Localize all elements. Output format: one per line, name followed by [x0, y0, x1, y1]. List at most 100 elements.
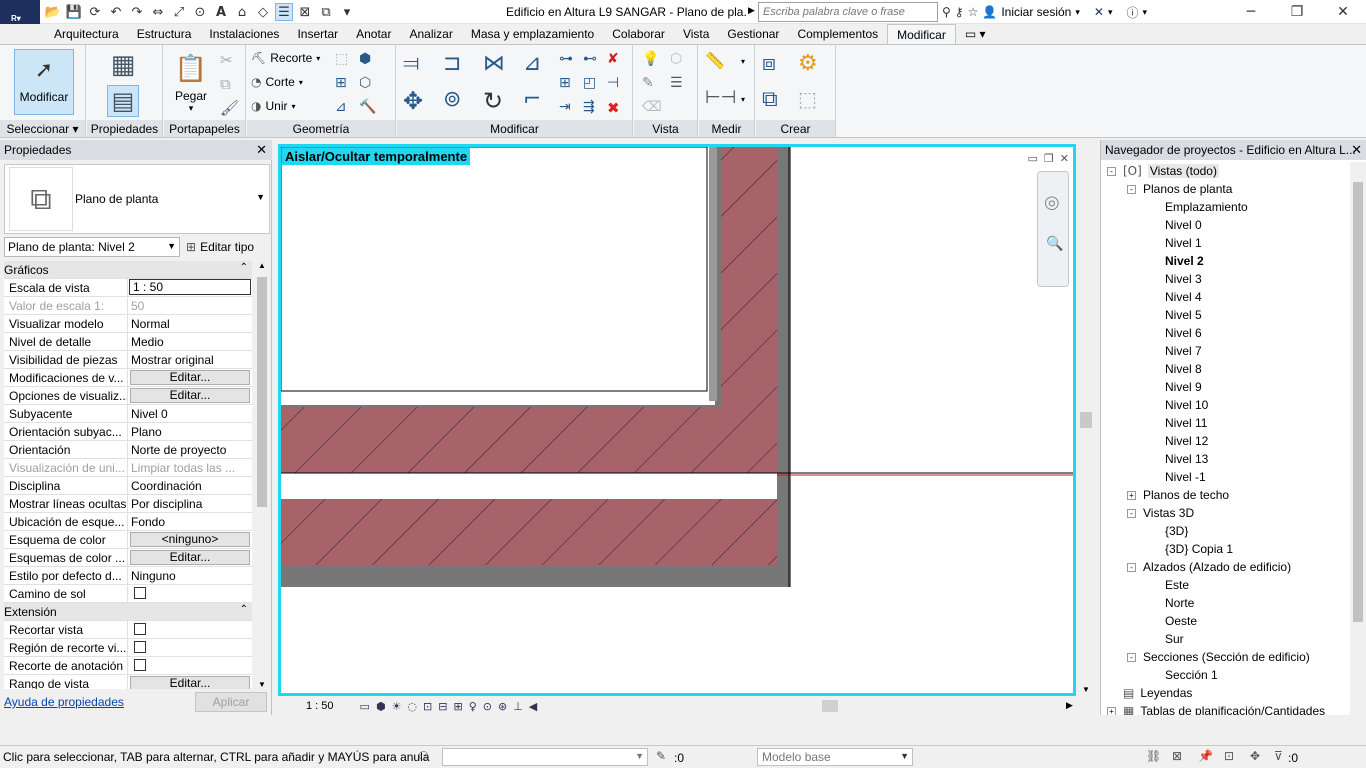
sun-path-icon[interactable]: ☀	[392, 700, 402, 713]
array-icon[interactable]: ⊞	[559, 75, 571, 91]
property-edit-button[interactable]: Editar...	[130, 550, 250, 565]
sign-in-link[interactable]: Iniciar sesión	[1001, 5, 1071, 19]
drawing-view[interactable]: Aislar/Ocultar temporalmente ▭ ❐ ✕ ◎ 🔍	[278, 144, 1076, 696]
line-weight-icon[interactable]: ☰	[670, 75, 683, 91]
show-crop-icon[interactable]: ⊟	[438, 700, 447, 713]
scroll-right-icon[interactable]: ▶	[1066, 700, 1073, 711]
zoom-icon[interactable]: 🔍	[1046, 236, 1063, 252]
lock-view-icon[interactable]: ⊞	[453, 700, 462, 713]
copy-element-icon[interactable]: ⊚	[443, 87, 461, 112]
collapse-icon[interactable]: -	[1107, 166, 1116, 176]
app-menu-button[interactable]: R▾	[0, 0, 40, 26]
browser-node[interactable]: - [O] Vistas (todo)	[1101, 162, 1349, 180]
expand-icon[interactable]: +	[1107, 706, 1116, 715]
browser-node[interactable]: {3D} Copia 1	[1101, 540, 1349, 558]
wall-joins-icon[interactable]: ⬚	[335, 51, 348, 67]
browser-node[interactable]: Nivel 2	[1101, 252, 1349, 270]
mirror-axis-icon[interactable]: ⋈	[483, 51, 505, 76]
browser-node[interactable]: Nivel 1	[1101, 234, 1349, 252]
apply-button[interactable]: Aplicar	[195, 692, 267, 712]
close-button[interactable]: ✕	[1320, 0, 1366, 24]
undo-icon[interactable]: ↶	[107, 3, 125, 21]
property-row[interactable]: Opciones de visualiz... Editar...	[4, 387, 252, 405]
property-row[interactable]: Camino de sol	[4, 585, 252, 603]
paste-button[interactable]: 📋 Pegar ▾	[170, 49, 212, 114]
extend-icon[interactable]: ⇶	[583, 99, 595, 115]
property-value[interactable]: Coordinación	[128, 477, 252, 494]
close-icon[interactable]: ✕	[1351, 142, 1362, 158]
override-icon[interactable]: ⬡	[670, 51, 682, 67]
instance-filter-select[interactable]: Plano de planta: Nivel 2 ▼	[4, 237, 180, 257]
mirror-draw-icon[interactable]: ⊿	[523, 51, 541, 76]
visual-style-icon[interactable]: ⬢	[376, 700, 386, 713]
property-value[interactable]: Por disciplina	[128, 495, 252, 512]
panel-switch-icon[interactable]: ▭ ▾	[956, 24, 995, 44]
switch-windows-icon[interactable]: ⧉	[317, 3, 335, 21]
property-row[interactable]: Esquema de color <ninguno>	[4, 531, 252, 549]
browser-node[interactable]: Sur	[1101, 630, 1349, 648]
eraser-icon[interactable]: ⌫	[642, 99, 662, 115]
property-row[interactable]: Modificaciones de v... Editar...	[4, 369, 252, 387]
browser-node[interactable]: Nivel 4	[1101, 288, 1349, 306]
user-icon[interactable]: 👤	[982, 5, 997, 19]
expand-arrow-icon[interactable]: ▶	[748, 5, 755, 16]
browser-node[interactable]: Nivel -1	[1101, 468, 1349, 486]
linework-icon[interactable]: ✎	[642, 75, 654, 91]
property-row[interactable]: Disciplina Coordinación	[4, 477, 252, 495]
tab-modificar[interactable]: Modificar	[887, 24, 956, 44]
property-row[interactable]: Rango de vista Editar...	[4, 675, 252, 689]
restore-view-icon[interactable]: ❐	[1044, 152, 1054, 165]
tag-icon[interactable]: ⊙	[191, 3, 209, 21]
filter-icon[interactable]: ⊽	[1274, 749, 1283, 763]
browser-node[interactable]: - Secciones (Sección de edificio)	[1101, 648, 1349, 666]
redo-icon[interactable]: ↷	[128, 3, 146, 21]
property-checkbox[interactable]	[134, 641, 146, 653]
steering-wheel-icon[interactable]: ◎	[1044, 192, 1060, 213]
trim-multiple-icon[interactable]: ⇥	[559, 99, 571, 115]
property-edit-button[interactable]: Editar...	[130, 676, 250, 689]
cut-geometry-button[interactable]: ◔ Corte ▾	[251, 75, 303, 89]
split-gap-icon[interactable]: ⊷	[583, 51, 597, 67]
view-vertical-scrollbar[interactable]: ▼	[1078, 144, 1094, 696]
offset-icon[interactable]: ⊐	[443, 51, 461, 76]
collapse-icon[interactable]: ⌃	[240, 262, 248, 273]
help-icon[interactable]: ⓘ	[1126, 4, 1138, 21]
property-row[interactable]: Visibilidad de piezas Mostrar original	[4, 351, 252, 369]
customize-qat-icon[interactable]: ▾	[338, 3, 356, 21]
align-icon[interactable]: ⫤	[403, 51, 420, 76]
property-value[interactable]: Plano	[128, 423, 252, 440]
property-value[interactable]: Fondo	[128, 513, 252, 530]
property-row[interactable]: Recortar vista	[4, 621, 252, 639]
3d-view-icon[interactable]: ⌂	[233, 3, 251, 21]
property-value[interactable]: Nivel 0	[128, 405, 252, 422]
match-properties-icon[interactable]: 🖌	[220, 99, 239, 117]
lightbulb-icon[interactable]: 💡	[642, 51, 659, 67]
browser-node[interactable]: - Alzados (Alzado de edificio)	[1101, 558, 1349, 576]
type-selector[interactable]: ⧉ Plano de planta ▼	[4, 164, 270, 234]
browser-node[interactable]: Nivel 6	[1101, 324, 1349, 342]
scroll-left-icon[interactable]: ◀	[529, 700, 537, 713]
property-value[interactable]: Mostrar original	[128, 351, 252, 368]
reveal-hidden-icon[interactable]: ⊙	[483, 700, 492, 713]
exchange-icon[interactable]: ✕	[1094, 5, 1104, 19]
property-edit-button[interactable]: Editar...	[130, 370, 250, 385]
browser-node[interactable]: Nivel 0	[1101, 216, 1349, 234]
property-edit-button[interactable]: <ninguno>	[130, 532, 250, 547]
browser-node[interactable]: Nivel 13	[1101, 450, 1349, 468]
select-pinned-icon[interactable]: 📌	[1198, 749, 1213, 763]
close-icon[interactable]: ✕	[256, 142, 267, 158]
property-checkbox[interactable]	[134, 623, 146, 635]
close-view-icon[interactable]: ✕	[1060, 152, 1069, 165]
scale-icon[interactable]: ◰	[583, 75, 596, 91]
tab-instalaciones[interactable]: Instalaciones	[200, 24, 288, 44]
collapse-icon[interactable]: -	[1127, 508, 1136, 518]
browser-node[interactable]: Norte	[1101, 594, 1349, 612]
split-icon[interactable]: ⊶	[559, 51, 573, 67]
key-icon[interactable]: ⚷	[955, 5, 964, 19]
save-icon[interactable]: 💾	[65, 3, 83, 21]
browser-node[interactable]: Nivel 8	[1101, 360, 1349, 378]
property-row[interactable]: Visualización de uni... Limpiar todas las…	[4, 459, 252, 477]
tab-estructura[interactable]: Estructura	[128, 24, 201, 44]
property-row[interactable]: Visualizar modelo Normal	[4, 315, 252, 333]
browser-node[interactable]: Este	[1101, 576, 1349, 594]
